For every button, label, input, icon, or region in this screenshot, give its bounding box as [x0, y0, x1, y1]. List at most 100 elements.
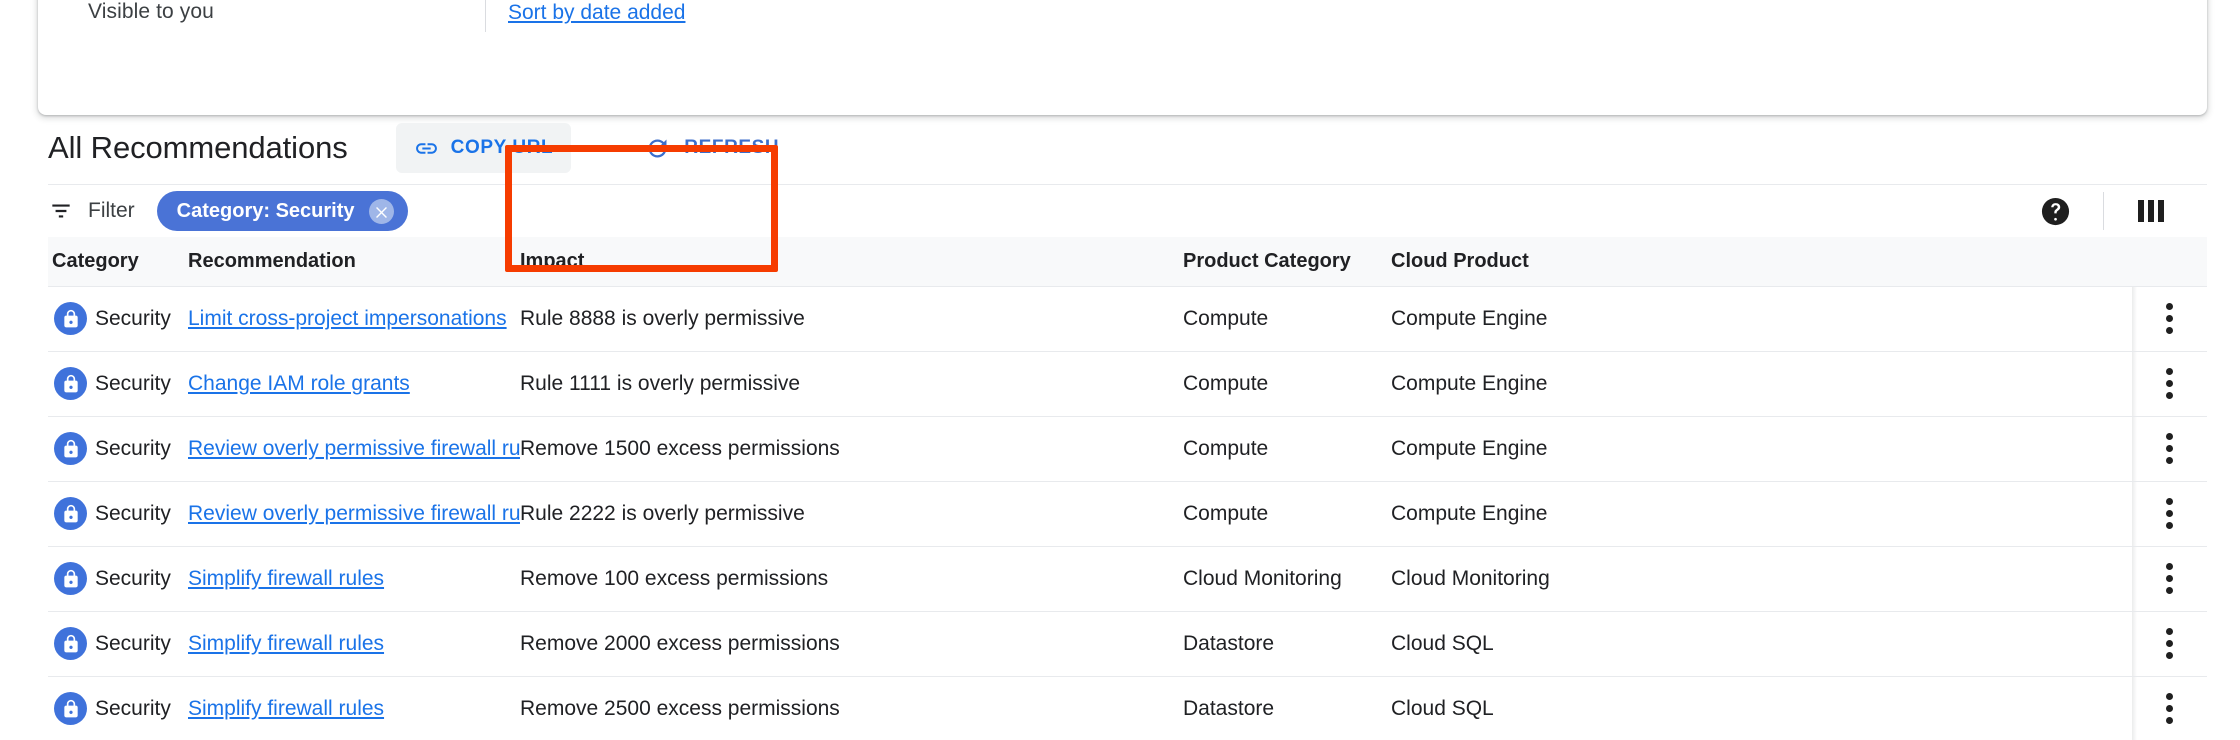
- column-header-product-category[interactable]: Product Category: [1183, 237, 1391, 287]
- table-row[interactable]: Security Change IAM role grants Rule 1111 …: [48, 351, 2207, 417]
- category-text: Security: [95, 566, 171, 590]
- cell-actions: [2132, 611, 2207, 677]
- filter-bar: Filter Category: Security: [0, 185, 2240, 237]
- cell-actions: [2132, 286, 2207, 352]
- recommendation-link[interactable]: Limit cross-project impersonations: [188, 307, 507, 330]
- card-controls-row: Visible to you: [38, 0, 214, 34]
- cell-recommendation: Change IAM role grants: [188, 351, 520, 417]
- close-circle-icon[interactable]: [368, 198, 394, 224]
- recommendation-link[interactable]: Simplify firewall rules: [188, 567, 384, 590]
- toolbar-divider: [2103, 192, 2104, 230]
- cell-category: Security: [48, 286, 188, 352]
- category-text: Security: [95, 436, 171, 460]
- cell-cloud-product: Cloud SQL: [1391, 676, 2132, 740]
- more-vert-icon[interactable]: [2150, 429, 2190, 469]
- cell-recommendation: Review overly permissive firewall rules: [188, 481, 520, 547]
- cell-impact: Remove 1500 excess permissions: [520, 416, 1183, 482]
- recommendation-link[interactable]: Change IAM role grants: [188, 372, 410, 395]
- section-header: All Recommendations COPY URL REFRESH: [0, 112, 2240, 184]
- cell-impact: Remove 100 excess permissions: [520, 546, 1183, 612]
- cell-recommendation: Simplify firewall rules: [188, 546, 520, 612]
- refresh-icon: [644, 135, 671, 162]
- table-row[interactable]: Security Simplify firewall rules Remove 25…: [48, 676, 2207, 740]
- lock-icon: [54, 562, 87, 595]
- table-row[interactable]: Security Simplify firewall rules Remove 20…: [48, 611, 2207, 677]
- cell-cloud-product: Compute Engine: [1391, 416, 2132, 482]
- more-vert-icon[interactable]: [2150, 689, 2190, 729]
- recommendation-link[interactable]: Simplify firewall rules: [188, 632, 384, 655]
- more-vert-icon[interactable]: [2150, 299, 2190, 339]
- table-row[interactable]: Security Review overly permissive firewal…: [48, 416, 2207, 482]
- cell-actions: [2132, 676, 2207, 740]
- lock-icon: [54, 302, 87, 335]
- recommendations-table-container[interactable]: Category Recommendation Impact Product C…: [48, 237, 2207, 740]
- cell-product-category: Compute: [1183, 286, 1391, 352]
- lock-icon: [54, 627, 87, 660]
- refresh-button[interactable]: REFRESH: [634, 123, 789, 173]
- cell-cloud-product: Compute Engine: [1391, 286, 2132, 352]
- more-vert-icon[interactable]: [2150, 559, 2190, 599]
- cell-actions: [2132, 481, 2207, 547]
- cell-cloud-product: Cloud SQL: [1391, 611, 2132, 677]
- cell-category: Security: [48, 676, 188, 740]
- cell-impact: Rule 1111 is overly permissive: [520, 351, 1183, 417]
- filter-icon[interactable]: [48, 198, 74, 224]
- help-icon[interactable]: [2033, 189, 2077, 233]
- filter-controls: Filter Category: Security: [48, 191, 408, 231]
- cell-product-category: Datastore: [1183, 676, 1391, 740]
- cell-actions: [2132, 351, 2207, 417]
- cell-recommendation: Limit cross-project impersonations: [188, 286, 520, 352]
- recommendations-table: Category Recommendation Impact Product C…: [48, 237, 2207, 740]
- copy-url-label: COPY URL: [450, 137, 554, 158]
- recommendation-link[interactable]: Review overly permissive firewall rules: [188, 502, 520, 525]
- table-row[interactable]: Security Simplify firewall rules Remove 10…: [48, 546, 2207, 612]
- refresh-label: REFRESH: [684, 137, 780, 158]
- cell-product-category: Compute: [1183, 416, 1391, 482]
- more-vert-icon[interactable]: [2150, 364, 2190, 404]
- cell-category: Security: [48, 416, 188, 482]
- page-title: All Recommendations: [48, 130, 348, 165]
- filter-label[interactable]: Filter: [88, 199, 135, 223]
- cell-product-category: Compute: [1183, 351, 1391, 417]
- cell-category: Security: [48, 546, 188, 612]
- lock-icon: [54, 367, 87, 400]
- column-header-impact[interactable]: Impact: [520, 237, 1183, 287]
- recommendation-link[interactable]: Simplify firewall rules: [188, 697, 384, 720]
- recommendation-link[interactable]: Review overly permissive firewall rules: [188, 437, 520, 460]
- cell-impact: Remove 2500 excess permissions: [520, 676, 1183, 740]
- category-text: Security: [95, 501, 171, 525]
- cell-cloud-product: Compute Engine: [1391, 351, 2132, 417]
- column-header-recommendation[interactable]: Recommendation: [188, 237, 520, 287]
- more-vert-icon[interactable]: [2150, 494, 2190, 534]
- page-root: Visible to you Sort by date added All Re…: [0, 0, 2240, 740]
- table-row[interactable]: Security Review overly permissive firewal…: [48, 481, 2207, 547]
- copy-url-button[interactable]: COPY URL: [395, 123, 572, 173]
- cell-category: Security: [48, 611, 188, 677]
- filter-bar-actions: [2033, 189, 2174, 233]
- cell-product-category: Datastore: [1183, 611, 1391, 677]
- cell-category: Security: [48, 351, 188, 417]
- columns-icon[interactable]: [2130, 189, 2174, 233]
- filter-chip-label: Category: Security: [176, 199, 355, 222]
- visibility-label: Visible to you: [88, 0, 214, 23]
- category-text: Security: [95, 696, 171, 720]
- cell-actions: [2132, 546, 2207, 612]
- cell-impact: Rule 2222 is overly permissive: [520, 481, 1183, 547]
- more-vert-icon[interactable]: [2150, 624, 2190, 664]
- cell-recommendation: Simplify firewall rules: [188, 611, 520, 677]
- cell-cloud-product: Cloud Monitoring: [1391, 546, 2132, 612]
- column-header-category[interactable]: Category: [48, 237, 188, 287]
- link-icon: [414, 136, 439, 161]
- cell-cloud-product: Compute Engine: [1391, 481, 2132, 547]
- column-header-cloud-product[interactable]: Cloud Product: [1391, 237, 2132, 287]
- table-header-row: Category Recommendation Impact Product C…: [48, 237, 2207, 287]
- cell-category: Security: [48, 481, 188, 547]
- category-text: Security: [95, 631, 171, 655]
- cell-impact: Remove 2000 excess permissions: [520, 611, 1183, 677]
- table-row[interactable]: Security Limit cross-project impersonatio…: [48, 286, 2207, 352]
- cell-actions: [2132, 416, 2207, 482]
- lock-icon: [54, 497, 87, 530]
- filter-chip-category-security[interactable]: Category: Security: [156, 191, 408, 231]
- lock-icon: [54, 692, 87, 725]
- sort-by-date-added-link[interactable]: Sort by date added: [508, 1, 685, 25]
